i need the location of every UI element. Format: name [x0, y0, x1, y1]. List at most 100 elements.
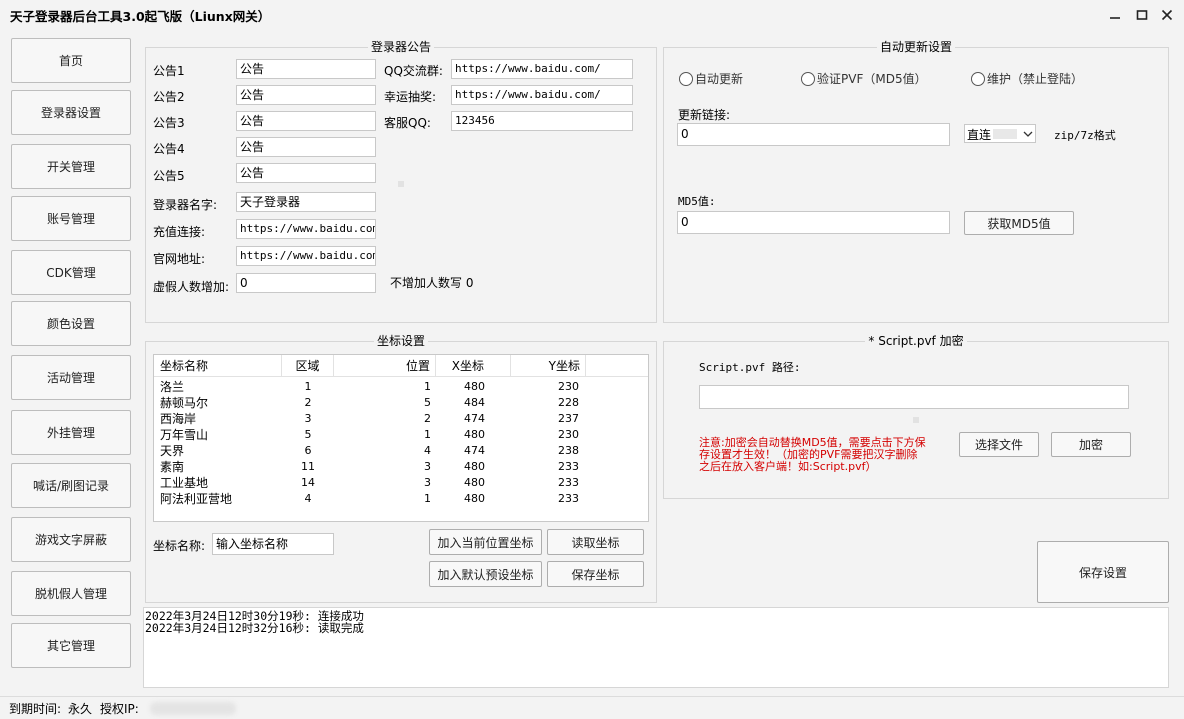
choose-file-button[interactable]: 选择文件 [959, 432, 1039, 457]
nav-cdk-management-button[interactable]: CDK管理 [11, 250, 131, 295]
nav-shout-records-button[interactable]: 喊话/刷图记录 [11, 463, 131, 508]
col-header-x[interactable]: X坐标 [436, 355, 511, 377]
table-cell: 6 [304, 444, 312, 457]
auto-update-radio[interactable]: 自动更新 [679, 70, 743, 87]
nav-other-management-button[interactable]: 其它管理 [11, 623, 131, 668]
table-row[interactable]: 工业基地 14 3 480 233 [154, 475, 648, 491]
get-md5-button[interactable]: 获取MD5值 [964, 211, 1074, 235]
update-link-label: 更新链接: [678, 108, 731, 122]
service-qq-label: 客服QQ: [384, 116, 431, 130]
ip-label: 授权IP: [100, 702, 139, 716]
notice4-label: 公告4 [153, 142, 185, 156]
coords-table[interactable]: 坐标名称 区域 位置 X坐标 Y坐标 洛兰 1 1 480 230 赫顿马尔 2 5 484 22… [153, 354, 649, 522]
table-cell: 2 [304, 396, 312, 409]
table-cell: 3 [424, 476, 431, 489]
table-row[interactable]: 万年雪山 5 1 480 230 [154, 427, 648, 443]
table-row[interactable]: 素南 11 3 480 233 [154, 459, 648, 475]
lottery-input[interactable]: https://www.baidu.com/ [451, 85, 633, 105]
add-current-position-button[interactable]: 加入当前位置坐标 [429, 529, 542, 555]
script-path-input[interactable] [699, 385, 1129, 409]
website-input[interactable]: https://www.baidu.com/ [236, 246, 376, 266]
chevron-down-icon [1023, 128, 1033, 142]
update-link-input[interactable]: 0 [677, 123, 950, 146]
notice1-input[interactable]: 公告 [236, 59, 376, 79]
nav-launcher-settings-button[interactable]: 登录器设置 [11, 90, 131, 135]
nav-activity-management-button[interactable]: 活动管理 [11, 355, 131, 400]
table-cell: 474 [464, 412, 485, 425]
col-header-position[interactable]: 位置 [334, 355, 436, 377]
auto-update-radio-label: 自动更新 [695, 72, 744, 86]
table-cell: 2 [424, 412, 431, 425]
window-title: 天子登录器后台工具3.0起飞版（Liunx网关） [10, 9, 271, 24]
nav-text-filter-button[interactable]: 游戏文字屏蔽 [11, 517, 131, 562]
fake-players-label: 虚假人数增加: [153, 280, 230, 294]
fake-players-input[interactable]: 0 [236, 273, 376, 293]
ip-value-redacted [150, 702, 236, 715]
launcher-name-input[interactable]: 天子登录器 [236, 192, 376, 212]
table-row[interactable]: 赫顿马尔 2 5 484 228 [154, 395, 648, 411]
save-settings-button[interactable]: 保存设置 [1037, 541, 1169, 603]
maximize-icon[interactable] [1133, 6, 1151, 24]
script-group-title: * Script.pvf 加密 [865, 334, 967, 348]
recharge-input[interactable]: https://www.baidu.com/ [236, 219, 376, 239]
table-cell: 230 [558, 380, 579, 393]
table-cell: 工业基地 [160, 476, 209, 490]
table-cell: 233 [558, 476, 579, 489]
notice1-label: 公告1 [153, 64, 185, 78]
table-cell: 474 [464, 444, 485, 457]
expire-label: 到期时间: [9, 702, 62, 716]
table-row[interactable]: 洛兰 1 1 480 230 [154, 379, 648, 395]
minimize-icon[interactable] [1106, 6, 1124, 24]
table-cell: 万年雪山 [160, 428, 209, 442]
qq-group-input[interactable]: https://www.baidu.com/ [451, 59, 633, 79]
table-cell: 4 [424, 444, 431, 457]
table-cell: 480 [464, 460, 485, 473]
coords-table-header: 坐标名称 区域 位置 X坐标 Y坐标 [154, 355, 648, 377]
table-cell: 1 [304, 380, 312, 393]
table-cell: 237 [558, 412, 579, 425]
lottery-label: 幸运抽奖: [384, 90, 437, 104]
notice4-input[interactable]: 公告 [236, 137, 376, 157]
nav-switch-management-button[interactable]: 开关管理 [11, 144, 131, 189]
encrypt-button[interactable]: 加密 [1051, 432, 1131, 457]
nav-account-management-button[interactable]: 账号管理 [11, 196, 131, 241]
encrypt-warning: 注意:加密会自动替换MD5值，需要点击下方保 存设置才生效！（加密的PVF需要把… [699, 437, 926, 473]
nav-offline-bots-button[interactable]: 脱机假人管理 [11, 571, 131, 616]
table-row[interactable]: 阿法利亚营地 4 1 480 233 [154, 491, 648, 507]
coord-name-input[interactable]: 输入坐标名称 [212, 533, 334, 555]
notice2-input[interactable]: 公告 [236, 85, 376, 105]
table-cell: 洛兰 [160, 380, 185, 394]
expire-value: 永久 [68, 702, 93, 716]
website-label: 官网地址: [153, 252, 206, 266]
nav-cheat-management-button[interactable]: 外挂管理 [11, 410, 131, 455]
nav-home-button[interactable]: 首页 [11, 38, 131, 83]
notice3-input[interactable]: 公告 [236, 111, 376, 131]
col-header-name[interactable]: 坐标名称 [154, 355, 282, 377]
maintenance-radio[interactable]: 维护（禁止登陆） [971, 70, 1083, 87]
table-cell: 3 [304, 412, 312, 425]
col-header-y[interactable]: Y坐标 [511, 355, 586, 377]
close-icon[interactable] [1158, 6, 1176, 24]
add-default-coords-button[interactable]: 加入默认预设坐标 [429, 561, 542, 587]
mode-select[interactable]: 直连 [964, 124, 1036, 143]
col-header-area[interactable]: 区域 [282, 355, 334, 377]
table-cell: 484 [464, 396, 485, 409]
log-output[interactable]: 2022年3月24日12时30分19秒: 连接成功 2022年3月24日12时3… [143, 607, 1169, 688]
nav-color-settings-button[interactable]: 颜色设置 [11, 301, 131, 346]
maintenance-radio-label: 维护（禁止登陆） [987, 72, 1084, 86]
table-row[interactable]: 西海岸 3 2 474 237 [154, 411, 648, 427]
coords-group-title: 坐标设置 [373, 334, 428, 348]
table-cell: 1 [424, 492, 431, 505]
encrypt-warning-line: 之后在放入客户端！如:Script.pvf） [699, 460, 877, 473]
service-qq-input[interactable]: 123456 [451, 111, 633, 131]
md5-input[interactable]: 0 [677, 211, 950, 234]
fake-players-hint: 不增加人数写 0 [390, 276, 474, 290]
table-row[interactable]: 天界 6 4 474 238 [154, 443, 648, 459]
qq-group-label: QQ交流群: [384, 64, 443, 78]
verify-pvf-radio[interactable]: 验证PVF（MD5值） [801, 70, 927, 87]
save-coords-button[interactable]: 保存坐标 [547, 561, 644, 587]
notice5-input[interactable]: 公告 [236, 163, 376, 183]
read-coords-button[interactable]: 读取坐标 [547, 529, 644, 555]
table-cell: 4 [304, 492, 312, 505]
update-group: 自动更新设置 [663, 40, 1169, 323]
